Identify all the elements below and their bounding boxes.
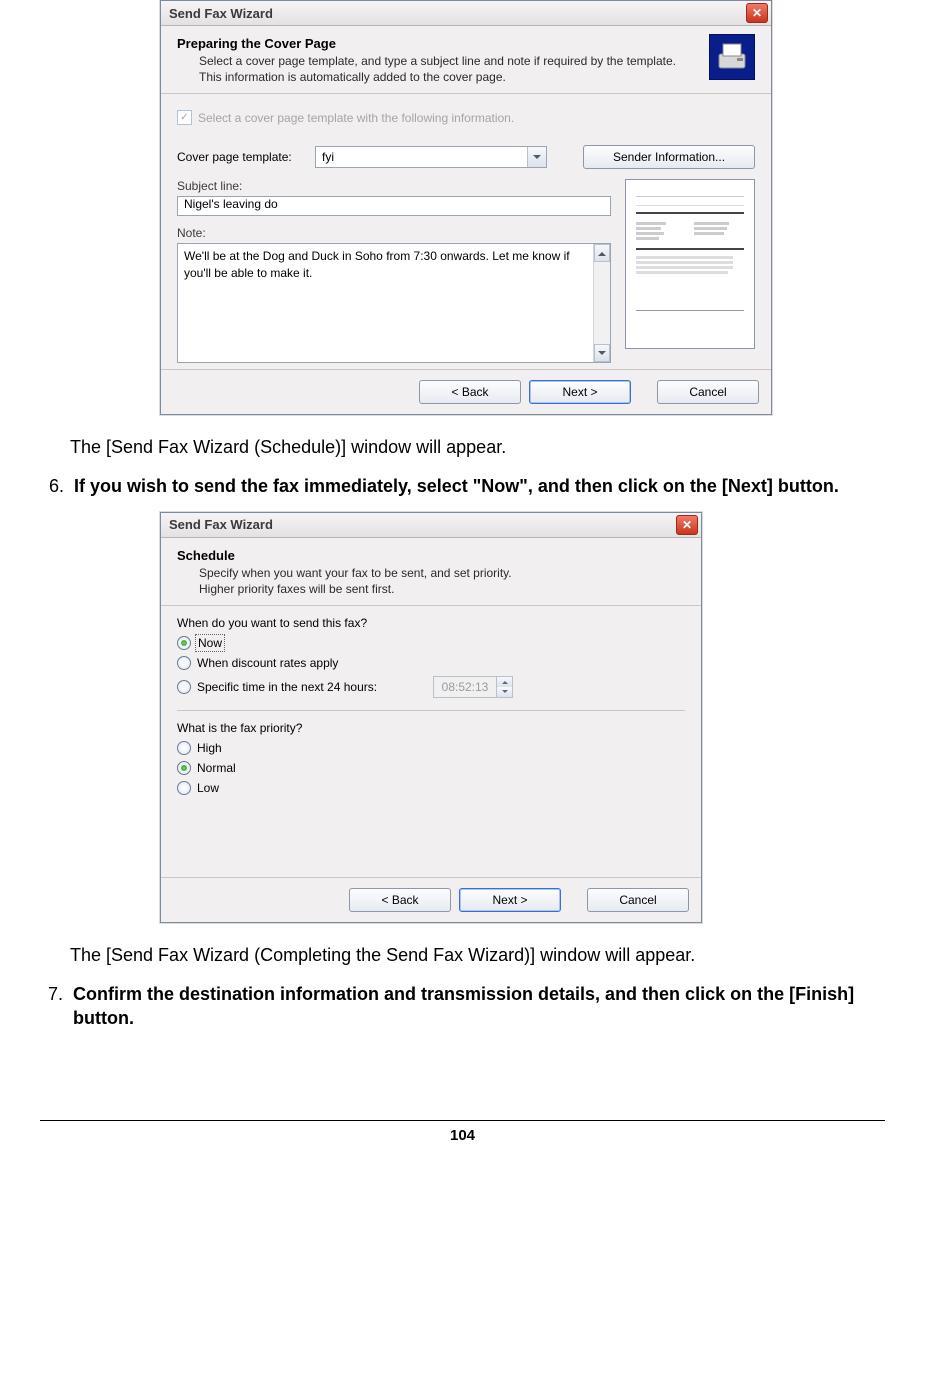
question-priority: What is the fax priority? <box>177 721 685 735</box>
cancel-button[interactable]: Cancel <box>657 380 759 404</box>
window-title: Send Fax Wizard <box>169 6 273 21</box>
chevron-down-icon[interactable] <box>527 147 546 167</box>
radio-now[interactable]: Now <box>177 636 685 650</box>
next-button[interactable]: Next > <box>459 888 561 912</box>
wizard-heading: Schedule <box>177 548 685 563</box>
wizard-subtext: Specify when you want your fax to be sen… <box>199 565 685 581</box>
radio-icon <box>177 636 191 650</box>
subject-label: Subject line: <box>177 179 611 193</box>
step-instruction: If you wish to send the fax immediately,… <box>74 474 839 498</box>
radio-icon <box>177 761 191 775</box>
scroll-down-icon[interactable] <box>594 344 610 362</box>
subject-value: Nigel's leaving do <box>184 197 278 211</box>
scrollbar[interactable] <box>593 244 610 362</box>
wizard-subtext-2: Higher priority faxes will be sent first… <box>199 581 685 597</box>
wizard-cover-page: Send Fax Wizard ✕ Preparing the Cover Pa… <box>160 0 772 415</box>
cover-page-preview <box>625 179 755 349</box>
spin-down-icon <box>496 687 512 697</box>
radio-icon <box>177 741 191 755</box>
step-6: 6. If you wish to send the fax immediate… <box>40 474 885 498</box>
radio-discount[interactable]: When discount rates apply <box>177 656 685 670</box>
note-textarea[interactable]: We'll be at the Dog and Duck in Soho fro… <box>177 243 611 363</box>
wizard-subtext: Select a cover page template, and type a… <box>199 53 701 69</box>
radio-label: When discount rates apply <box>197 656 338 670</box>
close-icon[interactable]: ✕ <box>676 515 698 535</box>
note-value: We'll be at the Dog and Duck in Soho fro… <box>178 244 593 362</box>
radio-high[interactable]: High <box>177 741 685 755</box>
page-number: 104 <box>40 1120 885 1144</box>
radio-specific-time[interactable]: Specific time in the next 24 hours: 08:5… <box>177 676 685 698</box>
sender-info-button[interactable]: Sender Information... <box>583 145 755 169</box>
step-instruction: Confirm the destination information and … <box>73 982 885 1031</box>
titlebar[interactable]: Send Fax Wizard ✕ <box>161 1 771 26</box>
time-spinner: 08:52:13 <box>433 676 513 698</box>
radio-label: Low <box>197 781 219 795</box>
titlebar[interactable]: Send Fax Wizard ✕ <box>161 513 701 538</box>
radio-label: Specific time in the next 24 hours: <box>197 680 427 694</box>
close-icon[interactable]: ✕ <box>746 3 768 23</box>
radio-label: High <box>197 741 222 755</box>
radio-low[interactable]: Low <box>177 781 685 795</box>
subject-input[interactable]: Nigel's leaving do <box>177 196 611 216</box>
radio-icon <box>177 680 191 694</box>
wizard-footer: < Back Next > Cancel <box>161 877 701 922</box>
note-label: Note: <box>177 226 611 240</box>
radio-label: Normal <box>197 761 236 775</box>
checkbox-icon: ✓ <box>177 110 192 125</box>
template-value: fyi <box>316 150 527 164</box>
step-7: 7. Confirm the destination information a… <box>40 982 885 1031</box>
wizard-heading: Preparing the Cover Page <box>177 36 701 51</box>
doc-text-after-1: The [Send Fax Wizard (Schedule)] window … <box>70 435 885 459</box>
spin-up-icon <box>496 677 512 687</box>
wizard-footer: < Back Next > Cancel <box>161 369 771 414</box>
scroll-up-icon[interactable] <box>594 244 610 262</box>
step-number: 6. <box>40 474 64 498</box>
back-button[interactable]: < Back <box>349 888 451 912</box>
step-number: 7. <box>40 982 63 1031</box>
next-button[interactable]: Next > <box>529 380 631 404</box>
template-label: Cover page template: <box>177 150 307 164</box>
template-select[interactable]: fyi <box>315 146 547 168</box>
back-button[interactable]: < Back <box>419 380 521 404</box>
question-when: When do you want to send this fax? <box>177 616 685 630</box>
checkbox-label: Select a cover page template with the fo… <box>198 111 514 125</box>
cancel-button[interactable]: Cancel <box>587 888 689 912</box>
fax-icon <box>709 34 755 80</box>
time-value: 08:52:13 <box>434 677 496 697</box>
window-title: Send Fax Wizard <box>169 517 273 532</box>
radio-icon <box>177 656 191 670</box>
doc-text-after-2: The [Send Fax Wizard (Completing the Sen… <box>70 943 885 967</box>
checkbox-use-template: ✓ Select a cover page template with the … <box>177 110 514 125</box>
radio-normal[interactable]: Normal <box>177 761 685 775</box>
wizard-schedule: Send Fax Wizard ✕ Schedule Specify when … <box>160 512 702 923</box>
radio-icon <box>177 781 191 795</box>
radio-label: Now <box>197 636 223 650</box>
wizard-subtext-2: This information is automatically added … <box>199 69 701 85</box>
